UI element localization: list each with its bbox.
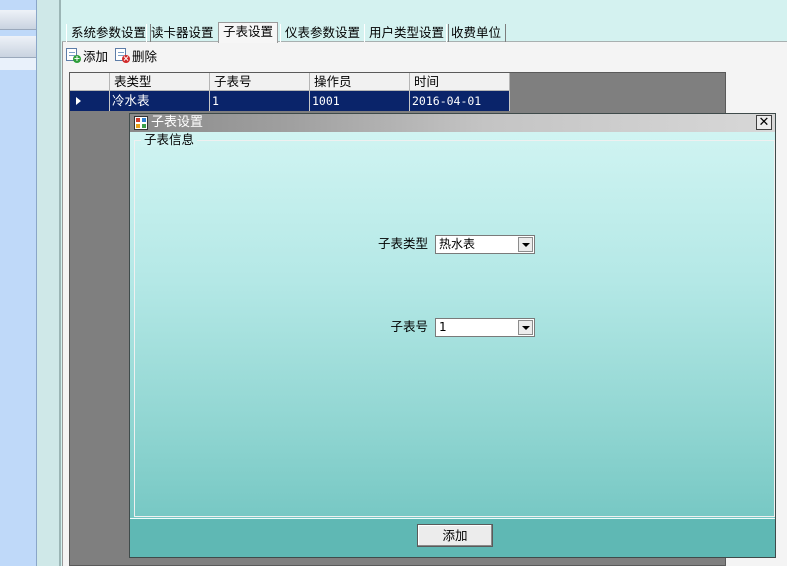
- dialog-body: 子表信息 子表类型 热水表 子表号 1 添加: [130, 132, 775, 557]
- dialog-footer: 添加: [130, 518, 775, 557]
- dialog-titlebar[interactable]: 子表设置 ✕: [130, 114, 775, 132]
- splitter-line: [59, 0, 61, 566]
- meter-type-value: 热水表: [439, 237, 476, 251]
- grid-header-corner: [70, 73, 110, 91]
- sub-meter-no-value: 1: [439, 320, 447, 334]
- close-icon: ✕: [758, 115, 770, 130]
- row-arrow-icon: [76, 97, 81, 105]
- sub-meter-no-label: 子表号: [390, 319, 428, 334]
- nav-header[interactable]: [0, 10, 36, 30]
- meter-type-select[interactable]: 热水表: [435, 235, 535, 254]
- chevron-down-icon[interactable]: [518, 237, 533, 252]
- tab-charging-unit[interactable]: 收费单位: [446, 24, 507, 42]
- tab-system-params[interactable]: 系统参数设置: [66, 24, 152, 42]
- sub-meter-info-group: 子表信息 子表类型 热水表 子表号 1: [134, 132, 775, 517]
- close-button[interactable]: ✕: [756, 115, 772, 130]
- chevron-down-icon[interactable]: [518, 320, 533, 335]
- column-header-sub-meter-no[interactable]: 子表号: [210, 73, 310, 91]
- column-header-operator[interactable]: 操作员: [310, 73, 410, 91]
- column-header-meter-type[interactable]: 表类型: [110, 73, 210, 91]
- dialog-title: 子表设置: [151, 115, 204, 130]
- settings-tabstrip: 系统参数设置 读卡器设置 子表设置 仪表参数设置 用户类型设置 收费单位: [62, 22, 787, 43]
- delete-button[interactable]: × 删除: [114, 46, 157, 65]
- group-title: 子表信息: [141, 132, 198, 147]
- add-record-icon: +: [65, 47, 81, 63]
- cell-sub-meter-no[interactable]: 1: [210, 91, 310, 111]
- nav-selected-item[interactable]: [0, 58, 36, 70]
- cell-time[interactable]: 2016-04-01 0:00: [410, 91, 510, 128]
- column-header-time[interactable]: 时间: [410, 73, 510, 91]
- cell-meter-type[interactable]: 冷水表: [110, 91, 210, 111]
- nav-header-secondary[interactable]: [0, 36, 36, 58]
- cell-operator[interactable]: 1001: [310, 91, 410, 111]
- window-icon: [134, 116, 148, 130]
- table-row[interactable]: 冷水表 1 1001 2016-04-01 0:00: [70, 91, 510, 128]
- meter-type-label: 子表类型: [377, 236, 428, 251]
- sub-meter-settings-dialog: 子表设置 ✕ 子表信息 子表类型 热水表 子表号 1 添加: [129, 113, 776, 558]
- tab-user-type[interactable]: 用户类型设置: [364, 24, 450, 42]
- add-button[interactable]: + 添加: [65, 46, 108, 65]
- add-button-label: 添加: [83, 48, 109, 64]
- delete-record-icon: ×: [114, 47, 131, 63]
- delete-button-label: 删除: [132, 48, 158, 64]
- row-indicator[interactable]: [70, 91, 110, 111]
- tab-meter-params[interactable]: 仪表参数设置: [280, 24, 366, 42]
- toolbar: + 添加 × 删除: [65, 44, 157, 66]
- tab-card-reader[interactable]: 读卡器设置: [146, 24, 219, 42]
- grid-header: 表类型 子表号 操作员 时间: [70, 73, 510, 91]
- left-navigation-panel: [0, 0, 37, 566]
- sub-meter-no-select[interactable]: 1: [435, 318, 535, 337]
- dialog-add-button[interactable]: 添加: [417, 524, 493, 547]
- panel-splitter[interactable]: [37, 0, 61, 566]
- tab-sub-meter[interactable]: 子表设置: [218, 22, 279, 43]
